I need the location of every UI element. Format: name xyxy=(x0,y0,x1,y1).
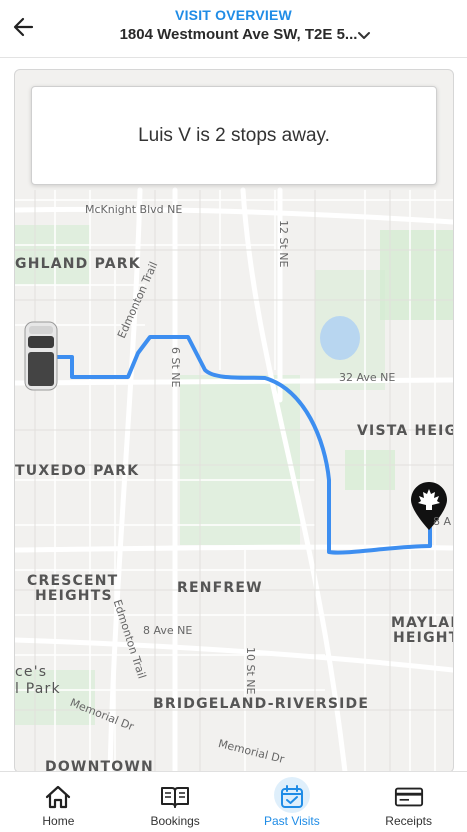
map-label-8-ave: 8 Ave NE xyxy=(143,624,193,637)
map-label-bridgeland: BRIDGELAND-RIVERSIDE xyxy=(153,696,370,712)
bottom-nav: Home Bookings Past Visits Receipts xyxy=(0,771,467,832)
home-icon xyxy=(43,783,73,811)
map-label-crescent: CRESCENT xyxy=(27,573,119,589)
pond xyxy=(320,316,360,360)
nav-item-past-visits[interactable]: Past Visits xyxy=(234,772,351,832)
map-label-park: l Park xyxy=(15,681,61,697)
map-label-heights-2: HEIGHT xyxy=(393,630,454,646)
map-label-renfrew: RENFREW xyxy=(177,580,263,596)
map-label-heights: HEIGHTS xyxy=(35,588,113,604)
eta-status-card: Luis V is 2 stops away. xyxy=(31,86,437,185)
book-icon xyxy=(160,783,190,811)
map-label-tuxedo: TUXEDO PARK xyxy=(15,463,140,479)
map-label-ces: ce's xyxy=(15,664,48,680)
receipt-icon xyxy=(394,783,424,811)
nav-item-receipts[interactable]: Receipts xyxy=(350,772,467,832)
calendar-check-icon xyxy=(273,777,310,813)
truck-icon[interactable] xyxy=(24,321,58,391)
map-label-highland: GHLAND PARK xyxy=(15,256,141,272)
map-view[interactable]: Luis V is 2 stops away. McKnight Blvd NE… xyxy=(14,69,454,773)
map-label-12-st: 12 St NE xyxy=(277,220,290,268)
nav-label-past-visits: Past Visits xyxy=(263,814,320,828)
map-label-6-st: 6 St NE xyxy=(169,347,182,388)
map-label-mayland: MAYLAN xyxy=(391,615,453,631)
chevron-down-icon[interactable] xyxy=(355,27,373,45)
map-label-32-ave: 32 Ave NE xyxy=(339,371,396,384)
map-label-10-st: 10 St NE xyxy=(244,647,257,695)
map-label-vista: VISTA HEIG xyxy=(357,423,454,439)
nav-label-bookings: Bookings xyxy=(150,814,200,828)
nav-item-bookings[interactable]: Bookings xyxy=(117,772,234,832)
app-header: VISIT OVERVIEW 1804 Westmount Ave SW, T2… xyxy=(0,0,467,58)
map-label-mcknight: McKnight Blvd NE xyxy=(85,203,183,216)
map-label-8a: 8 A xyxy=(433,515,452,528)
nav-label-home: Home xyxy=(42,814,75,828)
nav-label-receipts: Receipts xyxy=(385,814,432,828)
nav-item-home[interactable]: Home xyxy=(0,772,117,832)
page-kicker: VISIT OVERVIEW xyxy=(175,7,292,23)
